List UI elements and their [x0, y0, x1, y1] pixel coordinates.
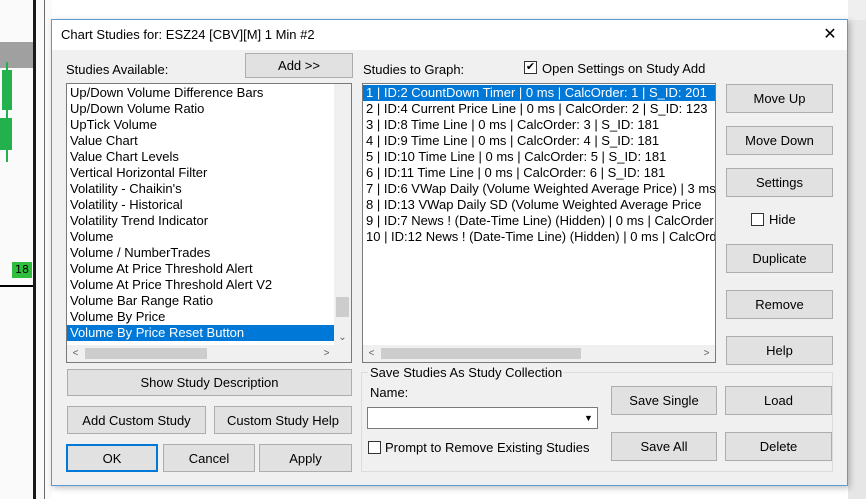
save-all-button[interactable]: Save All — [611, 432, 717, 461]
scroll-right-arrow-icon[interactable]: > — [698, 345, 715, 362]
chart-candle-body — [2, 70, 12, 110]
duplicate-button[interactable]: Duplicate — [726, 244, 833, 273]
settings-button[interactable]: Settings — [726, 168, 833, 197]
load-button[interactable]: Load — [725, 386, 832, 415]
cancel-button[interactable]: Cancel — [163, 444, 255, 472]
chart-price-line — [0, 285, 33, 287]
list-item[interactable]: Volume Bar Range Ratio — [67, 293, 334, 309]
prompt-remove-label: Prompt to Remove Existing Studies — [385, 440, 590, 455]
studies-to-graph-hscroll[interactable]: < > — [363, 345, 715, 362]
scroll-right-arrow-icon[interactable]: > — [318, 345, 335, 362]
ok-button[interactable]: OK — [66, 444, 158, 472]
show-study-description-button[interactable]: Show Study Description — [67, 369, 352, 396]
list-item[interactable]: 6 | ID:11 Time Line | 0 ms | CalcOrder: … — [363, 165, 715, 181]
help-button[interactable]: Help — [726, 336, 833, 365]
list-item[interactable]: Value Chart — [67, 133, 334, 149]
custom-study-help-button[interactable]: Custom Study Help — [214, 406, 352, 434]
move-up-button[interactable]: Move Up — [726, 84, 833, 113]
list-item[interactable]: Up/Down Volume Difference Bars — [67, 85, 334, 101]
study-collection-group-label: Save Studies As Study Collection — [368, 365, 565, 380]
prompt-remove-checkbox[interactable] — [368, 441, 381, 454]
list-item[interactable]: Volume By Price — [67, 309, 334, 325]
list-item[interactable]: Volatility Trend Indicator — [67, 213, 334, 229]
collection-name-combo[interactable]: ▼ — [367, 407, 598, 429]
scroll-down-arrow-icon[interactable]: ⌄ — [334, 329, 351, 346]
apply-button[interactable]: Apply — [259, 444, 352, 472]
studies-available-label: Studies Available: — [66, 62, 169, 77]
list-item[interactable]: 4 | ID:9 Time Line | 0 ms | CalcOrder: 4… — [363, 133, 715, 149]
open-settings-label: Open Settings on Study Add — [542, 61, 706, 76]
list-item[interactable]: Volume By Price Reset Button — [67, 325, 334, 341]
list-item[interactable]: Value Chart Levels — [67, 149, 334, 165]
list-item[interactable]: 3 | ID:8 Time Line | 0 ms | CalcOrder: 3… — [363, 117, 715, 133]
list-item[interactable]: 1 | ID:2 CountDown Timer | 0 ms | CalcOr… — [363, 85, 715, 101]
dialog-titlebar[interactable]: Chart Studies for: ESZ24 [CBV][M] 1 Min … — [52, 20, 847, 50]
list-item[interactable]: 7 | ID:6 VWap Daily (Volume Weighted Ave… — [363, 181, 715, 197]
add-study-button[interactable]: Add >> — [245, 53, 353, 78]
hide-label: Hide — [769, 212, 796, 227]
list-item[interactable]: Volatility - Historical — [67, 197, 334, 213]
hscroll-thumb[interactable] — [381, 348, 581, 359]
move-down-button[interactable]: Move Down — [726, 126, 833, 155]
chart-divider-2 — [44, 0, 45, 499]
list-item[interactable]: Volume At Price Threshold Alert V2 — [67, 277, 334, 293]
studies-to-graph-label: Studies to Graph: — [363, 62, 465, 77]
open-settings-checkbox[interactable]: ✔ — [524, 61, 537, 74]
chart-divider — [33, 0, 36, 499]
list-item[interactable]: Volume At Price Threshold Alert — [67, 261, 334, 277]
dropdown-arrow-icon[interactable]: ▼ — [580, 408, 597, 428]
chart-candle-body-2 — [0, 118, 12, 150]
hscroll-thumb[interactable] — [85, 348, 207, 359]
scroll-left-arrow-icon[interactable]: < — [363, 345, 380, 362]
list-item[interactable]: Volume / NumberTrades — [67, 245, 334, 261]
list-item[interactable]: Up/Down Volume Ratio — [67, 101, 334, 117]
chart-scale-strip — [848, 20, 866, 499]
studies-available-list[interactable]: Up/Down Volume Difference Bars Up/Down Vo… — [66, 83, 352, 363]
collection-name-label: Name: — [370, 385, 409, 400]
chart-gray-block — [0, 42, 33, 68]
list-item[interactable]: Volatility - Chaikin's — [67, 181, 334, 197]
close-icon[interactable]: ✕ — [813, 20, 847, 50]
list-item[interactable]: 8 | ID:13 VWap Daily SD (Volume Weighted… — [363, 197, 715, 213]
chart-studies-dialog: Chart Studies for: ESZ24 [CBV][M] 1 Min … — [51, 19, 848, 486]
list-item[interactable]: 5 | ID:10 Time Line | 0 ms | CalcOrder: … — [363, 149, 715, 165]
scroll-left-arrow-icon[interactable]: < — [67, 345, 84, 362]
remove-button[interactable]: Remove — [726, 290, 833, 319]
price-badge: 18 — [12, 262, 32, 278]
list-item[interactable]: Volume — [67, 229, 334, 245]
studies-available-hscroll[interactable]: < > — [67, 345, 335, 362]
delete-button[interactable]: Delete — [725, 432, 832, 461]
scroll-corner — [334, 345, 351, 362]
studies-available-vscroll[interactable]: ⌄ — [334, 84, 351, 346]
hide-checkbox[interactable] — [751, 213, 764, 226]
list-item[interactable]: 2 | ID:4 Current Price Line | 0 ms | Cal… — [363, 101, 715, 117]
list-item[interactable]: UpTick Volume — [67, 117, 334, 133]
dialog-title: Chart Studies for: ESZ24 [CBV][M] 1 Min … — [61, 27, 315, 42]
list-item[interactable]: Vertical Horizontal Filter — [67, 165, 334, 181]
save-single-button[interactable]: Save Single — [611, 386, 717, 415]
vscroll-thumb[interactable] — [336, 297, 349, 317]
list-item[interactable]: 9 | ID:7 News ! (Date-Time Line) (Hidden… — [363, 213, 715, 229]
list-item[interactable]: 10 | ID:12 News ! (Date-Time Line) (Hidd… — [363, 229, 715, 245]
add-custom-study-button[interactable]: Add Custom Study — [67, 406, 206, 434]
studies-to-graph-list[interactable]: 1 | ID:2 CountDown Timer | 0 ms | CalcOr… — [362, 83, 716, 363]
